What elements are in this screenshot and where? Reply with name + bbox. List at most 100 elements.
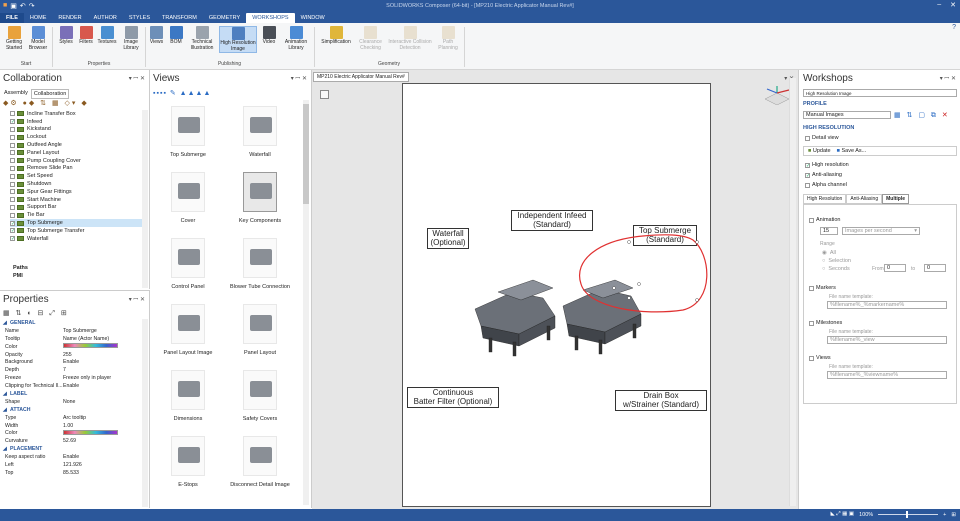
property-row[interactable]: Background Enable bbox=[1, 358, 142, 366]
property-section[interactable]: ◢ LABEL bbox=[1, 390, 142, 398]
collaboration-item[interactable]: Tie Bar bbox=[10, 211, 142, 219]
property-section[interactable]: ◢ GENERAL bbox=[1, 319, 142, 327]
collaboration-item[interactable]: ✓ Top Submerge bbox=[10, 219, 142, 227]
collaboration-item[interactable]: ✓ Top Submerge Transfer bbox=[10, 227, 142, 235]
workshop-selector[interactable]: High Resolution Image bbox=[803, 89, 957, 97]
property-value[interactable]: Enable bbox=[63, 359, 142, 365]
animation-rate-input[interactable]: 15 bbox=[820, 227, 838, 235]
profile-select[interactable]: Manual Images bbox=[803, 111, 891, 119]
close-button[interactable]: ✕ bbox=[950, 1, 956, 9]
tab-styles[interactable]: STYLES bbox=[123, 13, 156, 23]
tab-home[interactable]: HOME bbox=[24, 13, 53, 23]
views-button[interactable]: Views bbox=[148, 26, 165, 46]
property-row[interactable]: Name Top Submerge bbox=[1, 327, 142, 335]
property-row[interactable]: Opacity 255 bbox=[1, 351, 142, 359]
animation-checkbox[interactable]: Animation bbox=[809, 215, 840, 225]
tab-render[interactable]: RENDER bbox=[52, 13, 87, 23]
range-to-input[interactable]: 0 bbox=[924, 264, 946, 272]
visibility-checkbox[interactable] bbox=[10, 111, 15, 117]
collaboration-item[interactable]: Support Bar bbox=[10, 204, 142, 212]
property-value[interactable]: 255 bbox=[63, 352, 142, 358]
property-value[interactable]: Arc tooltip bbox=[63, 415, 142, 421]
view-thumbnail[interactable]: Top Submerge bbox=[152, 106, 224, 158]
property-row[interactable]: Depth 7 bbox=[1, 366, 142, 374]
collaboration-item[interactable]: Panel Layout bbox=[10, 149, 142, 157]
viewport-scrollbar[interactable] bbox=[789, 78, 796, 506]
property-value[interactable] bbox=[63, 429, 142, 437]
visibility-checkbox[interactable]: ✓ bbox=[10, 236, 15, 242]
property-row[interactable]: Top 85.533 bbox=[1, 469, 142, 477]
hires-option-checkbox[interactable]: ✓ Anti-aliasing bbox=[805, 170, 955, 180]
collaboration-item[interactable]: Outfeed Angle bbox=[10, 141, 142, 149]
collaboration-item[interactable]: Set Speed bbox=[10, 172, 142, 180]
property-value[interactable]: 7 bbox=[63, 367, 142, 373]
technical-illustration-button[interactable]: Technical Illustration bbox=[187, 26, 217, 51]
property-row[interactable]: Color bbox=[1, 343, 142, 351]
view-thumbnail[interactable]: Cover bbox=[152, 172, 224, 224]
collaboration-item[interactable]: Spur Gear Fittings bbox=[10, 188, 142, 196]
property-row[interactable]: Shape None bbox=[1, 398, 142, 406]
hires-option-checkbox[interactable]: ✓ High resolution bbox=[805, 160, 955, 170]
view-thumbnail[interactable]: Disconnect Detail Image bbox=[224, 436, 296, 488]
visibility-checkbox[interactable] bbox=[10, 204, 15, 210]
visibility-checkbox[interactable] bbox=[10, 173, 15, 179]
views-checkbox[interactable]: Views bbox=[809, 353, 831, 363]
pane-controls[interactable]: ▾ ꟷ ✕ bbox=[129, 74, 145, 82]
property-value[interactable]: Freeze only in player bbox=[63, 375, 142, 381]
collaboration-item[interactable]: ✓ Infeed bbox=[10, 118, 142, 126]
property-section[interactable]: ◢ PLACEMENT bbox=[1, 445, 142, 453]
model-browser-button[interactable]: Model Browser bbox=[27, 26, 49, 51]
minimize-button[interactable]: – bbox=[937, 1, 941, 9]
scrollbar[interactable] bbox=[142, 319, 148, 507]
property-row[interactable]: Curvature 52.69 bbox=[1, 437, 142, 445]
fit-icon[interactable]: ⊞ bbox=[951, 512, 956, 518]
tab-anti-aliasing[interactable]: Anti-Aliasing bbox=[846, 194, 883, 204]
views-template-input[interactable]: %filename%_%viewname% bbox=[827, 371, 947, 379]
property-value[interactable]: 52.69 bbox=[63, 438, 142, 444]
collaboration-item[interactable]: ✓ Waterfall bbox=[10, 235, 142, 243]
hires-option-checkbox[interactable]: Alpha channel bbox=[805, 180, 955, 190]
property-row[interactable]: Clipping for Technical Il... Enable bbox=[1, 382, 142, 390]
zoom-slider[interactable] bbox=[878, 511, 939, 518]
zoom-in-button[interactable]: + bbox=[943, 512, 946, 518]
tab-transform[interactable]: TRANSFORM bbox=[156, 13, 203, 23]
viewport-icon[interactable] bbox=[320, 90, 329, 99]
pane-controls[interactable]: ▾ ꟷ ✕ bbox=[129, 295, 145, 303]
save-as-button[interactable]: ■ Save As... bbox=[837, 148, 867, 154]
paths-node[interactable]: Paths bbox=[13, 265, 28, 271]
collaboration-item[interactable]: Kickstand bbox=[10, 126, 142, 134]
visibility-checkbox[interactable] bbox=[10, 126, 15, 132]
collaboration-item[interactable]: Incline Transfer Box bbox=[10, 110, 142, 118]
property-value[interactable]: 121.926 bbox=[63, 462, 142, 468]
help-icon[interactable]: ? bbox=[952, 24, 956, 31]
milestones-template-input[interactable]: %filename%_view bbox=[827, 336, 947, 344]
collaboration-toolbar[interactable]: ◆⚙ ●◆ ⇅ ▦ ◇▾ ◆ bbox=[3, 99, 89, 107]
tab-geometry[interactable]: GEOMETRY bbox=[203, 13, 246, 23]
property-row[interactable]: Type Arc tooltip bbox=[1, 414, 142, 422]
property-row[interactable]: Width 1.00 bbox=[1, 422, 142, 430]
collaboration-item[interactable]: Lockout bbox=[10, 133, 142, 141]
pmi-node[interactable]: PMI bbox=[13, 273, 23, 279]
markers-template-input[interactable]: %filename%_%markername% bbox=[827, 301, 947, 309]
pane-controls[interactable]: ▾ ꟷ ✕ bbox=[940, 74, 956, 82]
styles-button[interactable]: Styles bbox=[56, 26, 76, 46]
view-thumbnail[interactable]: Waterfall bbox=[224, 106, 296, 158]
tab-window[interactable]: WINDOW bbox=[295, 13, 331, 23]
tab-assembly[interactable]: Assembly bbox=[2, 89, 30, 99]
visibility-checkbox[interactable] bbox=[10, 181, 15, 187]
visibility-checkbox[interactable] bbox=[10, 142, 15, 148]
orientation-gizmo-icon[interactable] bbox=[762, 85, 792, 105]
textures-button[interactable]: Textures bbox=[96, 26, 118, 46]
getting-started-button[interactable]: Getting Started bbox=[3, 26, 25, 51]
properties-toolbar[interactable]: ▦ ⇅ ◐ ⊟ ⤢ ⊞ bbox=[3, 309, 69, 318]
property-value[interactable] bbox=[63, 343, 142, 350]
animation-unit-select[interactable]: Images per second ▾ bbox=[842, 227, 920, 235]
machine-drawing[interactable] bbox=[403, 84, 712, 508]
property-value[interactable]: Name (Actor Name) bbox=[63, 336, 142, 342]
detail-view-checkbox[interactable]: Detail view bbox=[805, 133, 839, 143]
pane-controls[interactable]: ▾ ꟷ ✕ bbox=[291, 74, 307, 82]
view-thumbnail[interactable]: Dimensions bbox=[152, 370, 224, 422]
collaboration-item[interactable]: Remove Slide Pan bbox=[10, 165, 142, 173]
clearance-checking-button[interactable]: Clearance Checking bbox=[357, 26, 384, 51]
property-row[interactable]: Left 121.926 bbox=[1, 461, 142, 469]
